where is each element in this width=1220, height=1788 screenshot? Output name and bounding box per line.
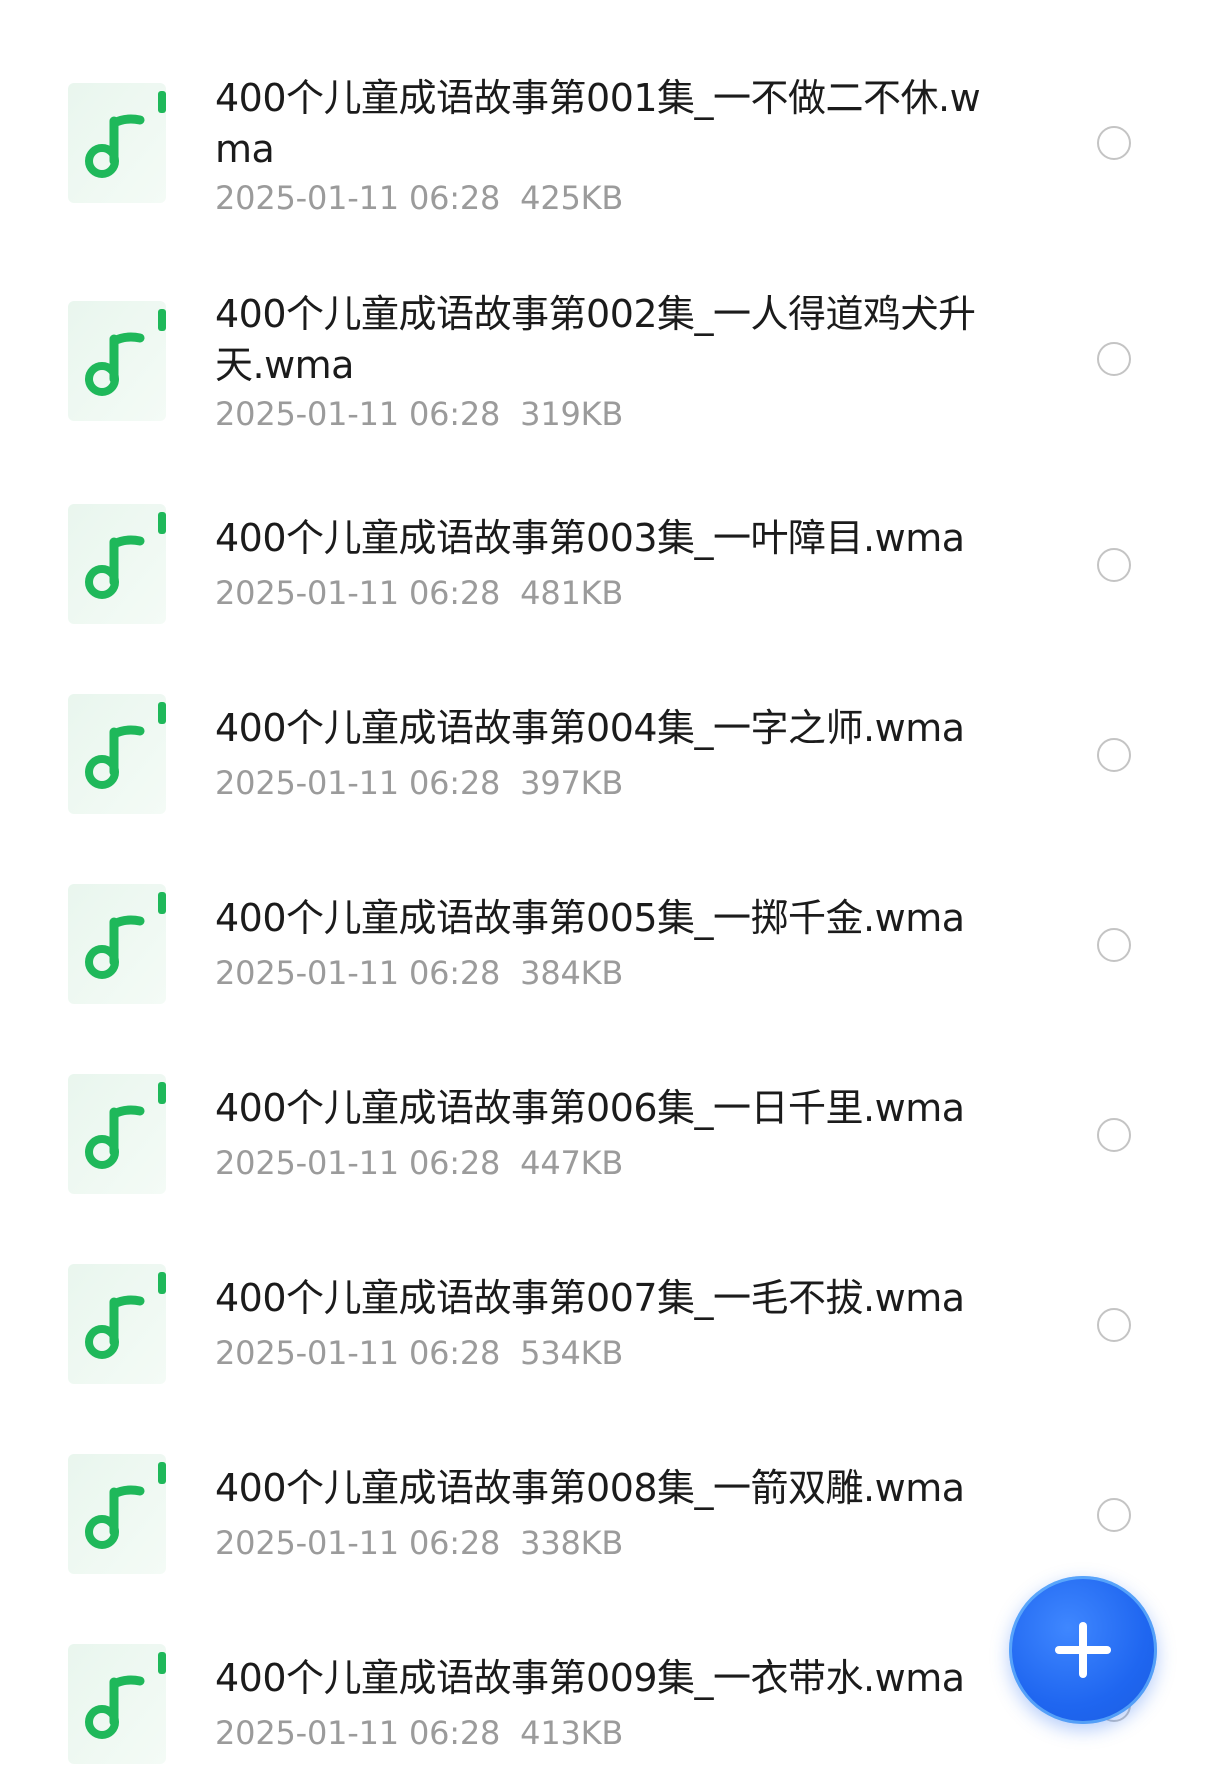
- select-radio[interactable]: [1097, 342, 1131, 376]
- file-meta: 2025-01-11 06:28 338KB: [215, 1523, 623, 1563]
- file-date: 2025-01-11 06:28: [215, 954, 501, 992]
- list-item[interactable]: 400个儿童成语故事第007集_一毛不拔.wma 2025-01-11 06:2…: [0, 1230, 1220, 1420]
- file-date: 2025-01-11 06:28: [215, 1714, 501, 1752]
- select-radio[interactable]: [1097, 928, 1131, 962]
- select-radio[interactable]: [1097, 738, 1131, 772]
- file-meta: 2025-01-11 06:28 534KB: [215, 1333, 623, 1373]
- select-radio[interactable]: [1097, 1308, 1131, 1342]
- file-size: 384KB: [520, 954, 624, 992]
- file-date: 2025-01-11 06:28: [215, 1524, 501, 1562]
- file-name: 400个儿童成语故事第004集_一字之师.wma: [215, 706, 965, 750]
- file-name: 400个儿童成语故事第008集_一箭双雕.wma: [215, 1466, 965, 1510]
- list-item[interactable]: 400个儿童成语故事第001集_一不做二不休.wma 2025-01-11 06…: [0, 0, 1220, 260]
- file-date: 2025-01-11 06:28: [215, 1334, 501, 1372]
- file-size: 447KB: [520, 1144, 624, 1182]
- audio-file-icon: [68, 884, 168, 1006]
- audio-file-icon: [68, 694, 168, 816]
- file-date: 2025-01-11 06:28: [215, 764, 501, 802]
- audio-file-icon: [68, 83, 168, 205]
- file-date: 2025-01-11 06:28: [215, 179, 501, 217]
- file-name: 400个儿童成语故事第005集_一掷千金.wma: [215, 896, 965, 940]
- add-button[interactable]: [1009, 1576, 1157, 1724]
- list-item[interactable]: 400个儿童成语故事第004集_一字之师.wma 2025-01-11 06:2…: [0, 660, 1220, 850]
- list-item[interactable]: 400个儿童成语故事第002集_一人得道鸡犬升天.wma 2025-01-11 …: [0, 260, 1220, 460]
- file-date: 2025-01-11 06:28: [215, 574, 501, 612]
- file-size: 413KB: [520, 1714, 624, 1752]
- file-meta: 2025-01-11 06:28 319KB: [215, 394, 623, 434]
- file-name: 400个儿童成语故事第009集_一衣带水.wma: [215, 1656, 965, 1700]
- audio-file-icon: [68, 1264, 168, 1386]
- list-item[interactable]: 400个儿童成语故事第003集_一叶障目.wma 2025-01-11 06:2…: [0, 470, 1220, 660]
- file-size: 319KB: [520, 395, 624, 433]
- file-name: 400个儿童成语故事第007集_一毛不拔.wma: [215, 1276, 965, 1320]
- file-meta: 2025-01-11 06:28 397KB: [215, 763, 623, 803]
- select-radio[interactable]: [1097, 548, 1131, 582]
- audio-file-icon: [68, 1454, 168, 1576]
- audio-file-icon: [68, 301, 168, 423]
- file-date: 2025-01-11 06:28: [215, 395, 501, 433]
- file-size: 534KB: [520, 1334, 624, 1372]
- file-name: 400个儿童成语故事第002集_一人得道鸡犬升天.wma: [215, 292, 976, 387]
- list-item[interactable]: 400个儿童成语故事第008集_一箭双雕.wma 2025-01-11 06:2…: [0, 1420, 1220, 1610]
- file-date: 2025-01-11 06:28: [215, 1144, 501, 1182]
- file-name: 400个儿童成语故事第006集_一日千里.wma: [215, 1086, 965, 1130]
- audio-file-icon: [68, 1644, 168, 1766]
- select-radio[interactable]: [1097, 1498, 1131, 1532]
- file-meta: 2025-01-11 06:28 413KB: [215, 1713, 623, 1753]
- file-size: 338KB: [520, 1524, 624, 1562]
- file-meta: 2025-01-11 06:28 481KB: [215, 573, 623, 613]
- select-radio[interactable]: [1097, 126, 1131, 160]
- audio-file-icon: [68, 1074, 168, 1196]
- file-name: 400个儿童成语故事第001集_一不做二不休.wma: [215, 76, 981, 171]
- audio-file-icon: [68, 504, 168, 626]
- plus-icon-vertical: [1079, 1622, 1087, 1678]
- file-meta: 2025-01-11 06:28 425KB: [215, 178, 623, 218]
- file-size: 425KB: [520, 179, 624, 217]
- file-name: 400个儿童成语故事第003集_一叶障目.wma: [215, 516, 965, 560]
- file-size: 481KB: [520, 574, 624, 612]
- file-size: 397KB: [520, 764, 624, 802]
- list-item[interactable]: 400个儿童成语故事第006集_一日千里.wma 2025-01-11 06:2…: [0, 1040, 1220, 1230]
- file-meta: 2025-01-11 06:28 447KB: [215, 1143, 623, 1183]
- list-item[interactable]: 400个儿童成语故事第005集_一掷千金.wma 2025-01-11 06:2…: [0, 850, 1220, 1040]
- file-meta: 2025-01-11 06:28 384KB: [215, 953, 623, 993]
- select-radio[interactable]: [1097, 1118, 1131, 1152]
